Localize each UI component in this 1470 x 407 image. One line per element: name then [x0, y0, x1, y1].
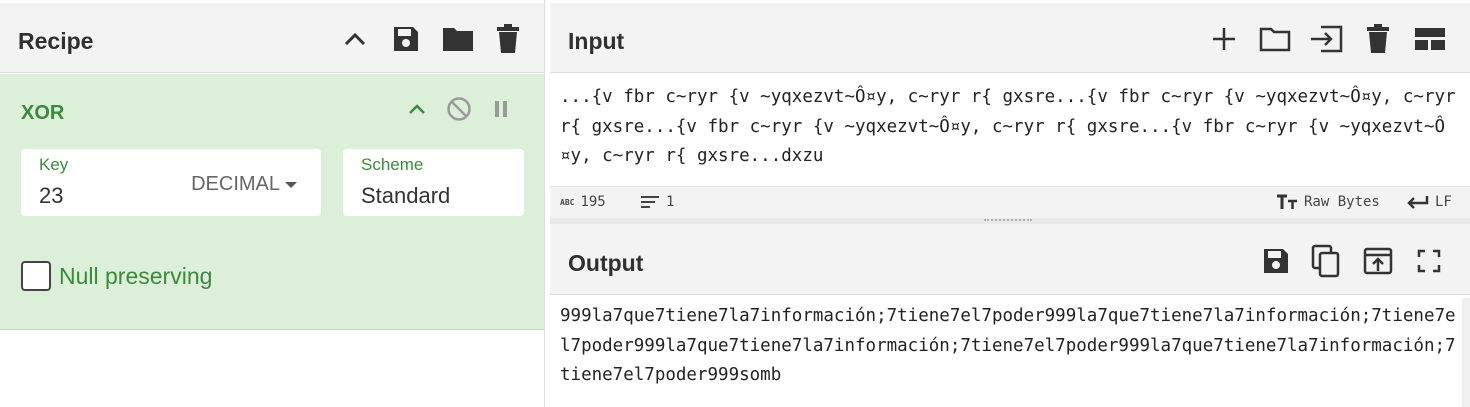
xor-operation: XOR Key 23 DECIMAL Scheme Standard Null … [0, 74, 544, 330]
scheme-label: Scheme [361, 155, 424, 174]
output-panel: Output 999la7que7tiene7la7información;7t… [550, 224, 1470, 407]
recipe-header: Recipe [0, 3, 544, 73]
lines-icon [641, 196, 659, 208]
output-header: Output [550, 224, 1470, 295]
input-header: Input [550, 3, 1470, 73]
input-title: Input [568, 28, 625, 54]
operation-name: XOR [21, 102, 65, 124]
key-value[interactable]: 23 [39, 183, 63, 209]
text-size-icon [1277, 194, 1297, 209]
null-preserving-label: Null preserving [59, 262, 213, 289]
output-textarea[interactable]: 999la7que7tiene7la7información;7tiene7el… [560, 302, 1465, 391]
maximize-icon[interactable] [1411, 243, 1447, 279]
replace-input-icon[interactable] [1360, 243, 1396, 279]
cyberchef-app: Recipe XOR Key 23 DECIMAL Scheme Standar… [0, 0, 1470, 407]
collapse-icon[interactable] [402, 94, 432, 124]
key-format-label: DECIMAL [191, 173, 280, 195]
input-textarea[interactable]: ...{v fbr c~ryr {v ~yqxezvt~Ô¤y, c~ryr r… [560, 83, 1465, 172]
null-preserving-checkbox[interactable] [21, 261, 51, 291]
save-icon[interactable] [388, 21, 424, 57]
folder-icon[interactable] [440, 21, 476, 57]
recipe-title: Recipe [18, 28, 94, 54]
eol-selector[interactable]: LF [1407, 194, 1452, 210]
open-folder-icon[interactable] [1257, 21, 1293, 57]
encoding-label: Raw Bytes [1304, 194, 1380, 210]
input-panel: Input ...{v fbr c~ryr {v ~yqxezvt~Ô¤y, c… [550, 0, 1470, 218]
key-field[interactable]: Key 23 DECIMAL [21, 149, 321, 216]
key-format-dropdown[interactable]: DECIMAL [191, 173, 297, 196]
layout-icon[interactable] [1412, 21, 1448, 57]
add-tab-icon[interactable] [1206, 21, 1242, 57]
eol-label: LF [1435, 194, 1452, 210]
caret-down-icon [285, 182, 297, 188]
abc-icon: ABC [560, 197, 575, 207]
line-count: 1 [640, 194, 674, 210]
output-scrollbar[interactable] [1462, 298, 1470, 407]
trash-icon[interactable] [490, 21, 526, 57]
return-arrow-icon [1407, 196, 1429, 209]
disable-icon[interactable] [444, 94, 474, 124]
char-count: ABC 195 [560, 194, 606, 210]
recipe-panel: Recipe XOR Key 23 DECIMAL Scheme Standar… [0, 0, 545, 407]
save-output-icon[interactable] [1258, 243, 1294, 279]
scheme-value[interactable]: Standard [361, 183, 450, 209]
clear-input-icon[interactable] [1360, 21, 1396, 57]
scheme-field[interactable]: Scheme Standard [343, 149, 524, 216]
pause-icon[interactable] [486, 94, 516, 124]
key-label: Key [39, 155, 69, 174]
output-title: Output [568, 250, 644, 276]
null-preserving-option[interactable]: Null preserving [21, 261, 212, 291]
char-count-value: 195 [580, 194, 606, 210]
open-file-icon[interactable] [1308, 21, 1344, 57]
chevron-up-icon[interactable] [337, 21, 373, 57]
line-count-value: 1 [666, 194, 675, 210]
encoding-selector[interactable]: Raw Bytes [1276, 194, 1380, 210]
input-status-bar: ABC 195 1 Raw Bytes LF [550, 186, 1470, 218]
copy-icon[interactable] [1308, 243, 1344, 279]
grip-dots [984, 219, 1032, 222]
